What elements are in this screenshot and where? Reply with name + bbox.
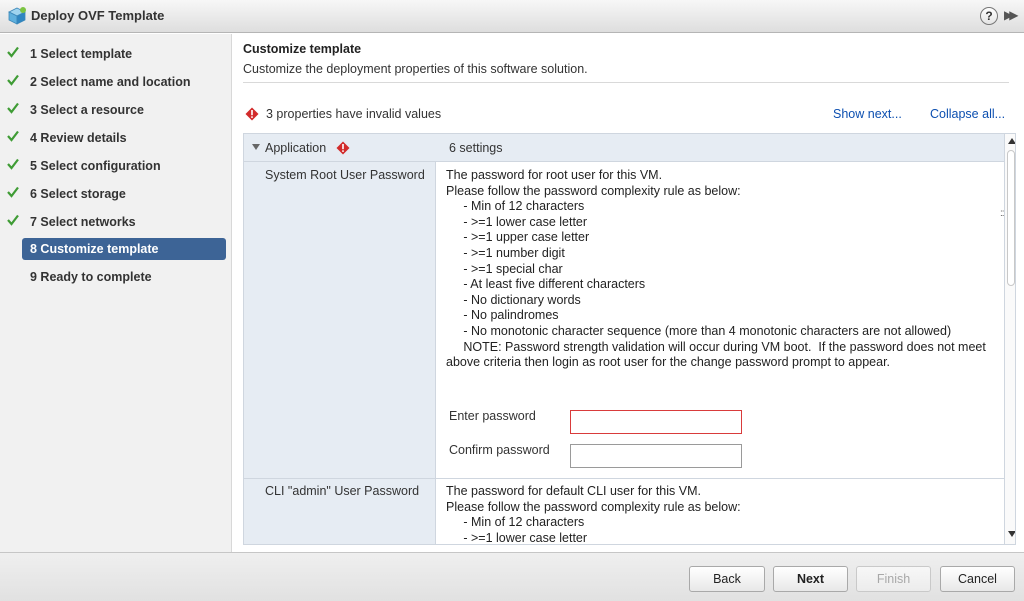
step-label: 8 Customize template [30, 242, 159, 256]
title-bar: Deploy OVF Template ? ▶▶ [0, 0, 1024, 33]
step-label: 1 Select template [30, 47, 133, 61]
group-row-application[interactable]: Application 6 settings [244, 134, 1004, 161]
properties-grid: Application 6 settings System Root User … [243, 133, 1016, 545]
vertical-scrollbar[interactable] [1004, 134, 1015, 544]
help-button[interactable]: ? [980, 7, 998, 25]
step-customize-template[interactable]: 8 Customize template [22, 238, 226, 260]
resize-grip-icon[interactable]: :: [1000, 209, 1004, 219]
root-password-input[interactable] [570, 410, 742, 434]
expand-icon[interactable]: ▶▶ [1004, 8, 1019, 22]
confirm-password-label: Confirm password [449, 443, 550, 457]
check-icon [7, 46, 19, 58]
root-password-confirm-input[interactable] [570, 444, 742, 468]
check-icon [7, 130, 19, 142]
step-label: 9 Ready to complete [30, 270, 152, 284]
step-review-details[interactable]: 4 Review details [0, 127, 232, 149]
group-name: Application [265, 141, 327, 155]
page-description: Customize the deployment properties of t… [243, 62, 588, 76]
scroll-down-arrow-icon[interactable] [1008, 531, 1015, 537]
step-select-storage[interactable]: 6 Select storage [0, 183, 232, 205]
validation-message: 3 properties have invalid values [266, 107, 442, 121]
step-label: 3 Select a resource [30, 103, 144, 117]
check-icon [7, 158, 19, 170]
show-next-link[interactable]: Show next... [833, 107, 902, 121]
next-button[interactable]: Next [773, 566, 848, 592]
step-select-template[interactable]: 1 Select template [0, 43, 232, 65]
page-title: Customize template [243, 42, 362, 56]
check-icon [7, 186, 19, 198]
step-ready-to-complete[interactable]: 9 Ready to complete [0, 266, 232, 288]
row-divider [244, 161, 1004, 162]
property-label-root-password: System Root User Password [265, 168, 425, 182]
error-icon [336, 141, 350, 155]
step-select-configuration[interactable]: 5 Select configuration [0, 155, 232, 177]
ovf-package-icon [8, 7, 26, 25]
finish-button[interactable]: Finish [856, 566, 931, 592]
step-label: 7 Select networks [30, 215, 136, 229]
wizard-footer: Back Next Finish Cancel [0, 552, 1024, 601]
step-select-name-location[interactable]: 2 Select name and location [0, 71, 232, 93]
property-description-cli-admin-password: The password for default CLI user for th… [446, 484, 741, 545]
check-icon [7, 102, 19, 114]
enter-password-label: Enter password [449, 409, 536, 423]
property-label-cli-admin-password: CLI "admin" User Password [265, 484, 420, 498]
step-select-networks[interactable]: 7 Select networks [0, 211, 232, 233]
step-label: 5 Select configuration [30, 159, 161, 173]
header-divider [243, 82, 1009, 83]
scroll-thumb[interactable] [1007, 150, 1015, 286]
main-panel: Customize template Customize the deploym… [233, 34, 1024, 552]
wizard-steps: 1 Select template 2 Select name and loca… [0, 34, 232, 552]
cancel-button[interactable]: Cancel [940, 566, 1015, 592]
back-button[interactable]: Back [689, 566, 765, 592]
check-icon [7, 74, 19, 86]
step-label: 4 Review details [30, 131, 127, 145]
error-icon [245, 107, 259, 121]
collapse-arrow-icon[interactable] [252, 144, 260, 150]
row-divider [244, 478, 1004, 479]
property-description-root-password: The password for root user for this VM. … [446, 168, 986, 370]
step-label: 6 Select storage [30, 187, 126, 201]
step-select-resource[interactable]: 3 Select a resource [0, 99, 232, 121]
group-settings-count: 6 settings [449, 141, 503, 155]
step-label: 2 Select name and location [30, 75, 191, 89]
window-title: Deploy OVF Template [31, 8, 165, 23]
collapse-all-link[interactable]: Collapse all... [930, 107, 1005, 121]
check-icon [7, 214, 19, 226]
scroll-up-arrow-icon[interactable] [1008, 138, 1015, 144]
